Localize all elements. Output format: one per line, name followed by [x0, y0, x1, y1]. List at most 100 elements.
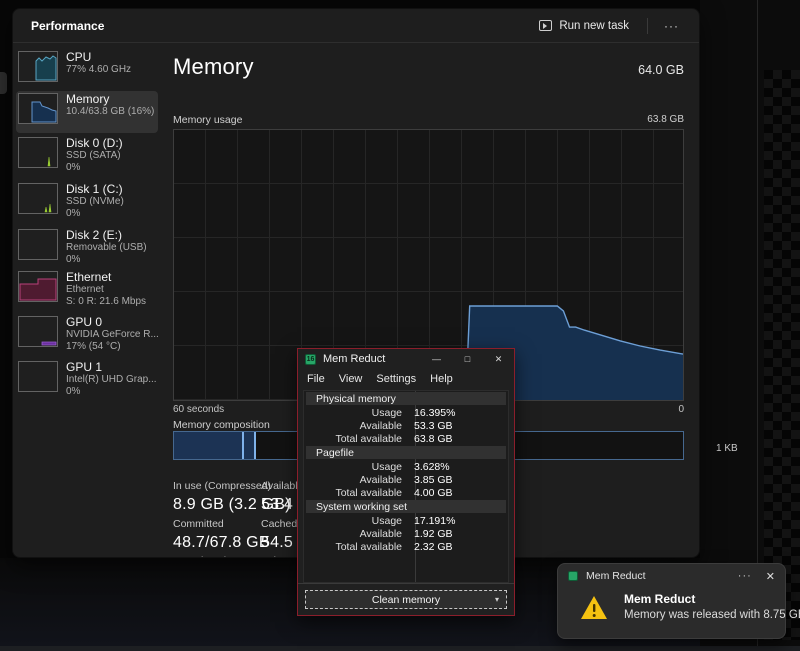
page-title: Performance: [31, 19, 104, 33]
gpu1-mini-chart: [18, 361, 58, 392]
ethernet-mini-chart: [18, 271, 58, 302]
sidebar-item-disk2[interactable]: Disk 2 (E:) Removable (USB) 0%: [16, 227, 158, 269]
sidebar-sub: Removable (USB): [66, 242, 147, 254]
toast-body: Mem Reduct Memory was released with 8.75…: [558, 588, 785, 621]
minimize-button[interactable]: —: [421, 349, 452, 369]
mem-reduct-menubar: File View Settings Help: [298, 369, 514, 388]
sidebar-sub: SSD (SATA): [66, 150, 123, 162]
mem-reduct-listview: Physical memory Usage16.395% Available53…: [303, 390, 509, 583]
memory-mini-chart: [18, 93, 58, 124]
sidebar-item-memory[interactable]: Memory 10.4/63.8 GB (16%): [16, 91, 158, 133]
mem-reduct-titlebar: 16 Mem Reduct — □ ✕: [298, 349, 514, 369]
stat-paged-pool: Paged pool 1.6 GB: [173, 555, 226, 558]
notification-toast[interactable]: Mem Reduct ··· ✕ Mem Reduct Memory was r…: [557, 563, 786, 639]
sidebar-label: CPU: [66, 50, 131, 64]
sidebar-label: Ethernet: [66, 270, 146, 284]
stat-committed: Committed 48.7/67.8 GB: [173, 518, 270, 552]
sidebar-item-ethernet[interactable]: Ethernet Ethernet S: 0 R: 21.6 Mbps: [16, 269, 158, 311]
sidebar-sub: 10.4/63.8 GB (16%): [66, 106, 154, 118]
toast-app-icon: [568, 571, 578, 581]
performance-sidebar: CPU 77% 4.60 GHz Memory 10.4/63.8 GB (16…: [13, 44, 161, 558]
row-pagefile-total: Total available4.00 GB: [304, 486, 508, 499]
row-sws-available: Available1.92 GB: [304, 527, 508, 540]
task-manager-header: Performance Run new task ···: [13, 9, 699, 43]
sidebar-sub2: 0%: [66, 162, 123, 174]
header-divider: [647, 18, 648, 34]
sidebar-label: Memory: [66, 92, 154, 106]
disk2-mini-chart: [18, 229, 58, 260]
left-edge-notch: [0, 72, 7, 94]
run-new-task-label: Run new task: [559, 20, 629, 32]
sidebar-label: GPU 0: [66, 315, 158, 329]
row-sws-usage: Usage17.191%: [304, 514, 508, 527]
memory-composition-label: Memory composition: [173, 419, 270, 431]
taskbar-edge: [0, 646, 800, 651]
disk0-mini-chart: [18, 137, 58, 168]
sidebar-sub: 77% 4.60 GHz: [66, 64, 131, 76]
sidebar-item-cpu[interactable]: CPU 77% 4.60 GHz: [16, 49, 158, 91]
mem-reduct-title: Mem Reduct: [323, 353, 385, 365]
menu-file[interactable]: File: [307, 373, 325, 385]
section-pagefile: Pagefile: [306, 446, 506, 459]
composition-segment-modified: [244, 432, 256, 459]
more-options-button[interactable]: ···: [658, 17, 685, 35]
memory-usage-label: Memory usage: [173, 114, 242, 126]
sidebar-sub: SSD (NVMe): [66, 196, 124, 208]
toast-close-button[interactable]: ✕: [766, 570, 775, 583]
gpu0-mini-chart: [18, 316, 58, 347]
menu-settings[interactable]: Settings: [376, 373, 416, 385]
sidebar-sub: Ethernet: [66, 284, 146, 296]
sidebar-item-gpu0[interactable]: GPU 0 NVIDIA GeForce R... 17% (54 °C): [16, 314, 158, 356]
run-new-task-button[interactable]: Run new task: [531, 16, 637, 36]
sidebar-item-disk0[interactable]: Disk 0 (D:) SSD (SATA) 0%: [16, 135, 158, 177]
maximize-button[interactable]: □: [452, 349, 483, 369]
menu-view[interactable]: View: [339, 373, 363, 385]
cpu-mini-chart: [18, 51, 58, 82]
close-button[interactable]: ✕: [483, 349, 514, 369]
row-pagefile-usage: Usage3.628%: [304, 460, 508, 473]
run-new-task-icon: [539, 20, 552, 31]
toast-app-name: Mem Reduct: [586, 570, 646, 582]
time-axis-right-label: 0: [678, 404, 684, 415]
row-pagefile-available: Available3.85 GB: [304, 473, 508, 486]
sidebar-sub2: 0%: [66, 386, 157, 398]
sidebar-label: Disk 2 (E:): [66, 228, 147, 242]
background-axis-label: 1 KB: [716, 443, 738, 454]
sidebar-sub2: 0%: [66, 208, 124, 220]
background-artifact-pattern: [764, 70, 800, 640]
clean-memory-dropdown-icon[interactable]: ▾: [495, 595, 499, 604]
sidebar-sub2: 0%: [66, 254, 147, 266]
sidebar-item-gpu1[interactable]: GPU 1 Intel(R) UHD Grap... 0%: [16, 359, 158, 401]
mem-reduct-app-icon: 16: [305, 354, 316, 365]
time-axis-left-label: 60 seconds: [173, 404, 224, 415]
sidebar-sub: Intel(R) UHD Grap...: [66, 374, 157, 386]
composition-segment-in-use: [174, 432, 244, 459]
memory-total-capacity: 64.0 GB: [638, 63, 684, 77]
disk1-mini-chart: [18, 183, 58, 214]
toast-title: Mem Reduct: [624, 592, 775, 606]
background-window-edge: [757, 0, 758, 646]
stat-non-paged-pool: Non-paged pool 1.3 GB: [224, 555, 299, 558]
warning-icon: [580, 595, 608, 620]
sidebar-sub: NVIDIA GeForce R...: [66, 329, 158, 341]
row-physical-total: Total available63.8 GB: [304, 432, 508, 445]
sidebar-label: Disk 1 (C:): [66, 182, 124, 196]
sidebar-item-disk1[interactable]: Disk 1 (C:) SSD (NVMe) 0%: [16, 181, 158, 223]
menu-help[interactable]: Help: [430, 373, 453, 385]
section-physical-memory: Physical memory: [306, 392, 506, 405]
mem-reduct-window: 16 Mem Reduct — □ ✕ File View Settings H…: [297, 348, 515, 616]
sidebar-sub2: S: 0 R: 21.6 Mbps: [66, 296, 146, 308]
row-physical-usage: Usage16.395%: [304, 406, 508, 419]
toast-message: Memory was released with 8.75 GB result.: [624, 609, 775, 621]
memory-usage-max: 63.8 GB: [647, 114, 684, 126]
clean-memory-button[interactable]: Clean memory ▾: [305, 590, 507, 609]
toast-more-button[interactable]: ···: [738, 570, 752, 582]
sidebar-label: Disk 0 (D:): [66, 136, 123, 150]
sidebar-sub2: 17% (54 °C): [66, 341, 158, 353]
row-physical-available: Available53.3 GB: [304, 419, 508, 432]
sidebar-label: GPU 1: [66, 360, 157, 374]
section-system-working-set: System working set: [306, 500, 506, 513]
mem-reduct-button-bar: Clean memory ▾: [298, 583, 514, 615]
screen: 1 KB Performance Run new task ··· CPU: [0, 0, 800, 651]
row-sws-total: Total available2.32 GB: [304, 540, 508, 553]
